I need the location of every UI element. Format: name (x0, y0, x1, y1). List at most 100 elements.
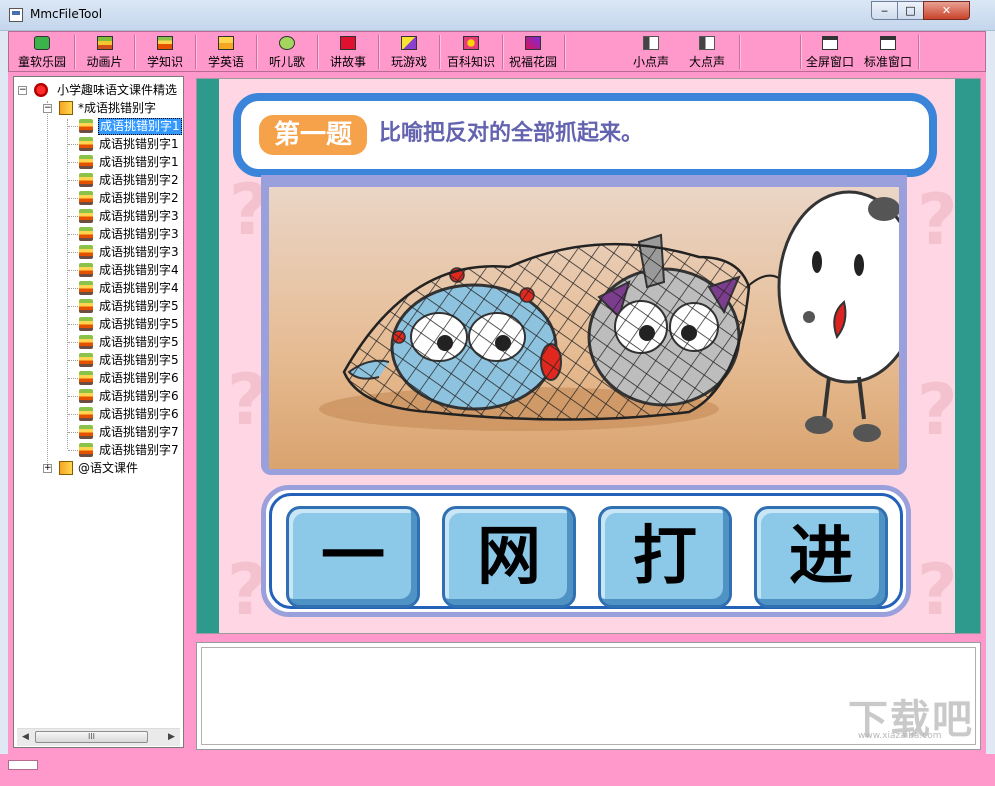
tree-item-label: 成语挑错别字5 (99, 317, 179, 331)
answer-option-2[interactable]: 网 (442, 506, 576, 608)
folder-book-icon (59, 101, 73, 115)
tree-item-label: 成语挑错别字7 (99, 443, 179, 457)
kids-park-label: 童软乐园 (17, 55, 66, 69)
tree-item-label: 成语挑错别字1 (98, 118, 182, 135)
scroll-left-icon[interactable]: ◀ (19, 731, 32, 744)
tree-item-label: 成语挑错别字4 (99, 281, 179, 295)
course-tree[interactable]: − 小学趣味语文课件精选 − *成语挑错别字 成语挑错别字1 成语挑错别字1 成… (13, 76, 184, 748)
answer-option-1[interactable]: 一 (286, 506, 420, 608)
description-box[interactable]: 下载吧 www.xiazaiba.com (196, 642, 981, 750)
title-bar: MmcFileTool ‒ □ ✕ (0, 0, 995, 31)
games-button[interactable]: 玩游戏 (381, 33, 437, 71)
tree-group-label: @语文课件 (78, 461, 139, 475)
blessing-garden-label: 祝福花园 (508, 55, 557, 69)
toolbar-separator (134, 35, 136, 69)
tree-group-node[interactable]: − *成语挑错别字 (14, 99, 183, 117)
lesson-icon (79, 425, 93, 439)
lesson-icon (79, 353, 93, 367)
toolbar-separator (378, 35, 380, 69)
tree-root-label: 小学趣味语文课件精选 (57, 83, 178, 97)
minimize-button[interactable]: ‒ (871, 1, 898, 20)
toolbar-separator (195, 35, 197, 69)
illustration (269, 187, 899, 469)
ladybug-icon (34, 83, 48, 97)
toolbar-separator (918, 35, 920, 69)
games-label: 玩游戏 (390, 55, 427, 69)
encyclopedia-button[interactable]: 百科知识 (442, 33, 500, 71)
tree-guide-line (47, 101, 48, 469)
answer-option-4[interactable]: 进 (754, 506, 888, 608)
tree-item-label: 成语挑错别字5 (99, 335, 179, 349)
learn-knowledge-button[interactable]: 学知识 (137, 33, 193, 71)
encyclopedia-icon (463, 36, 479, 50)
expand-icon[interactable]: + (43, 464, 52, 473)
cake-icon (157, 36, 173, 50)
question-mark-decoration: ? (917, 549, 958, 631)
lesson-icon (79, 155, 93, 169)
tree-item-label: 成语挑错别字6 (99, 371, 179, 385)
tree-group-node-collapsed[interactable]: + @语文课件 (14, 459, 183, 477)
volume-up-icon (699, 36, 715, 50)
toolbar-separator (256, 35, 258, 69)
volume-down-button[interactable]: 小点声 (623, 33, 679, 71)
tree-item-label: 成语挑错别字3 (99, 209, 179, 223)
volume-up-label: 大点声 (688, 55, 725, 69)
lesson-icon (79, 299, 93, 313)
close-button[interactable]: ✕ (923, 1, 970, 20)
lesson-stage[interactable]: ? ? ? ? ? ? 第一题 比喻把反对的全部抓起来。 一 网 打 进 (196, 78, 981, 634)
stories-label: 讲故事 (329, 55, 366, 69)
cartoon-label: 动画片 (86, 55, 123, 69)
status-bar (0, 754, 995, 786)
tree-item-label: 成语挑错别字2 (99, 173, 179, 187)
tree-item-label: 成语挑错别字5 (99, 353, 179, 367)
learn-knowledge-label: 学知识 (146, 55, 183, 69)
answer-option-3[interactable]: 打 (598, 506, 732, 608)
tree-horizontal-scrollbar[interactable]: ◀ III ▶ (17, 728, 180, 746)
kids-park-button[interactable]: 童软乐园 (11, 33, 73, 71)
lesson-icon (79, 227, 93, 241)
window-icon (880, 36, 896, 50)
nursery-rhymes-label: 听儿歌 (268, 55, 305, 69)
question-banner: 第一题 比喻把反对的全部抓起来。 (233, 93, 937, 177)
stories-button[interactable]: 讲故事 (320, 33, 376, 71)
collapse-icon[interactable]: − (43, 104, 52, 113)
main-toolbar: 童软乐园 动画片 学知识 学英语 听儿歌 讲故事 玩游戏 百科知识 祝福花园 小… (8, 31, 986, 72)
tree-root-node[interactable]: − 小学趣味语文课件精选 (14, 81, 183, 99)
left-border-strip (197, 79, 219, 633)
lesson-icon (79, 191, 93, 205)
cartoon-button[interactable]: 动画片 (77, 33, 132, 71)
lesson-icon (79, 119, 93, 133)
window-title: MmcFileTool (30, 7, 103, 21)
fullscreen-button[interactable]: 全屏窗口 (802, 33, 858, 71)
toolbar-separator (739, 35, 741, 69)
collapse-icon[interactable]: − (18, 86, 27, 95)
content-area: ? ? ? ? ? ? 第一题 比喻把反对的全部抓起来。 一 网 打 进 下载吧… (189, 72, 986, 754)
tree-panel: − 小学趣味语文课件精选 − *成语挑错别字 成语挑错别字1 成语挑错别字1 成… (8, 72, 189, 754)
encyclopedia-label: 百科知识 (446, 55, 495, 69)
illustration-frame (261, 175, 907, 475)
lesson-icon (79, 389, 93, 403)
tree-item-label: 成语挑错别字6 (99, 389, 179, 403)
learn-english-button[interactable]: 学英语 (198, 33, 254, 71)
lesson-icon (79, 443, 93, 457)
volume-up-button[interactable]: 大点声 (679, 33, 735, 71)
lesson-icon (79, 245, 93, 259)
standard-window-button[interactable]: 标准窗口 (858, 33, 918, 71)
smiley-green-icon (34, 36, 50, 50)
lesson-icon (79, 317, 93, 331)
lesson-icon (79, 173, 93, 187)
nursery-rhymes-button[interactable]: 听儿歌 (259, 33, 315, 71)
lesson-icon (79, 281, 93, 295)
maximize-button[interactable]: □ (897, 1, 924, 20)
answer-panel: 一 网 打 进 (261, 485, 911, 617)
blessing-garden-button[interactable]: 祝福花园 (504, 33, 562, 71)
scroll-right-icon[interactable]: ▶ (165, 731, 178, 744)
question-mark-decoration: ? (917, 179, 958, 261)
tree-item-label: 成语挑错别字5 (99, 299, 179, 313)
learn-english-label: 学英语 (207, 55, 244, 69)
lesson-icon (79, 407, 93, 421)
question-text: 比喻把反对的全部抓起来。 (379, 121, 644, 146)
right-border-strip (955, 79, 980, 633)
tree-item-label: 成语挑错别字6 (99, 407, 179, 421)
scrollbar-thumb[interactable]: III (35, 731, 148, 743)
